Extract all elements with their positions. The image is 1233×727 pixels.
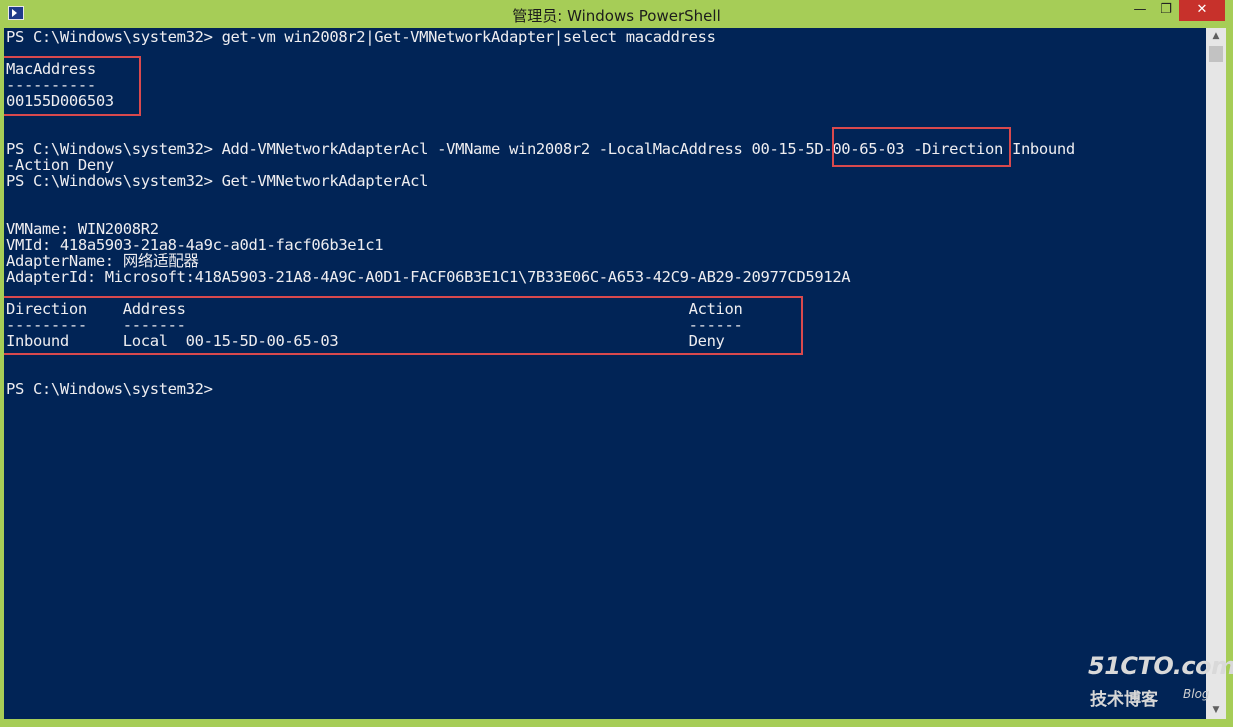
scrollbar-thumb[interactable] [1209,46,1223,62]
macaddress-highlight-box [4,56,141,116]
vertical-scrollbar[interactable]: ▲ ▼ [1206,28,1226,719]
powershell-window: 管理员: Windows PowerShell — ❐ ✕ PS C:\Wind… [0,0,1233,727]
watermark-blog: Blog [1183,687,1210,701]
close-button[interactable]: ✕ [1179,0,1225,21]
console-line: VMName: WIN2008R2 [6,220,159,238]
restore-button[interactable]: ❐ [1153,0,1179,21]
console-line: -Action Deny [6,156,114,174]
watermark-subtitle: 技术博客 [1090,690,1158,710]
minimize-button[interactable]: — [1127,0,1153,21]
site-watermark: 51CTO.com 技术博客 Blog [1088,652,1233,712]
watermark-logo: 51CTO.com [1088,652,1233,680]
console-line: PS C:\Windows\system32> Get-VMNetworkAda… [6,172,429,190]
console-line: AdapterId: Microsoft:418A5903-21A8-4A9C-… [6,268,851,286]
title-bar[interactable]: 管理员: Windows PowerShell — ❐ ✕ [0,0,1233,28]
console-line: PS C:\Windows\system32> get-vm win2008r2… [6,28,716,46]
console-line: VMId: 418a5903-21a8-4a9c-a0d1-facf06b3e1… [6,236,384,254]
mac-argument-highlight-box [832,127,1011,167]
acl-table-highlight-box [4,296,803,355]
console-line: AdapterName: 网络适配器 [6,252,199,270]
console-line: PS C:\Windows\system32> [6,380,213,398]
console-output[interactable]: PS C:\Windows\system32> get-vm win2008r2… [4,28,1206,719]
window-title: 管理员: Windows PowerShell [512,7,721,25]
scroll-up-arrow-icon[interactable]: ▲ [1206,28,1226,45]
